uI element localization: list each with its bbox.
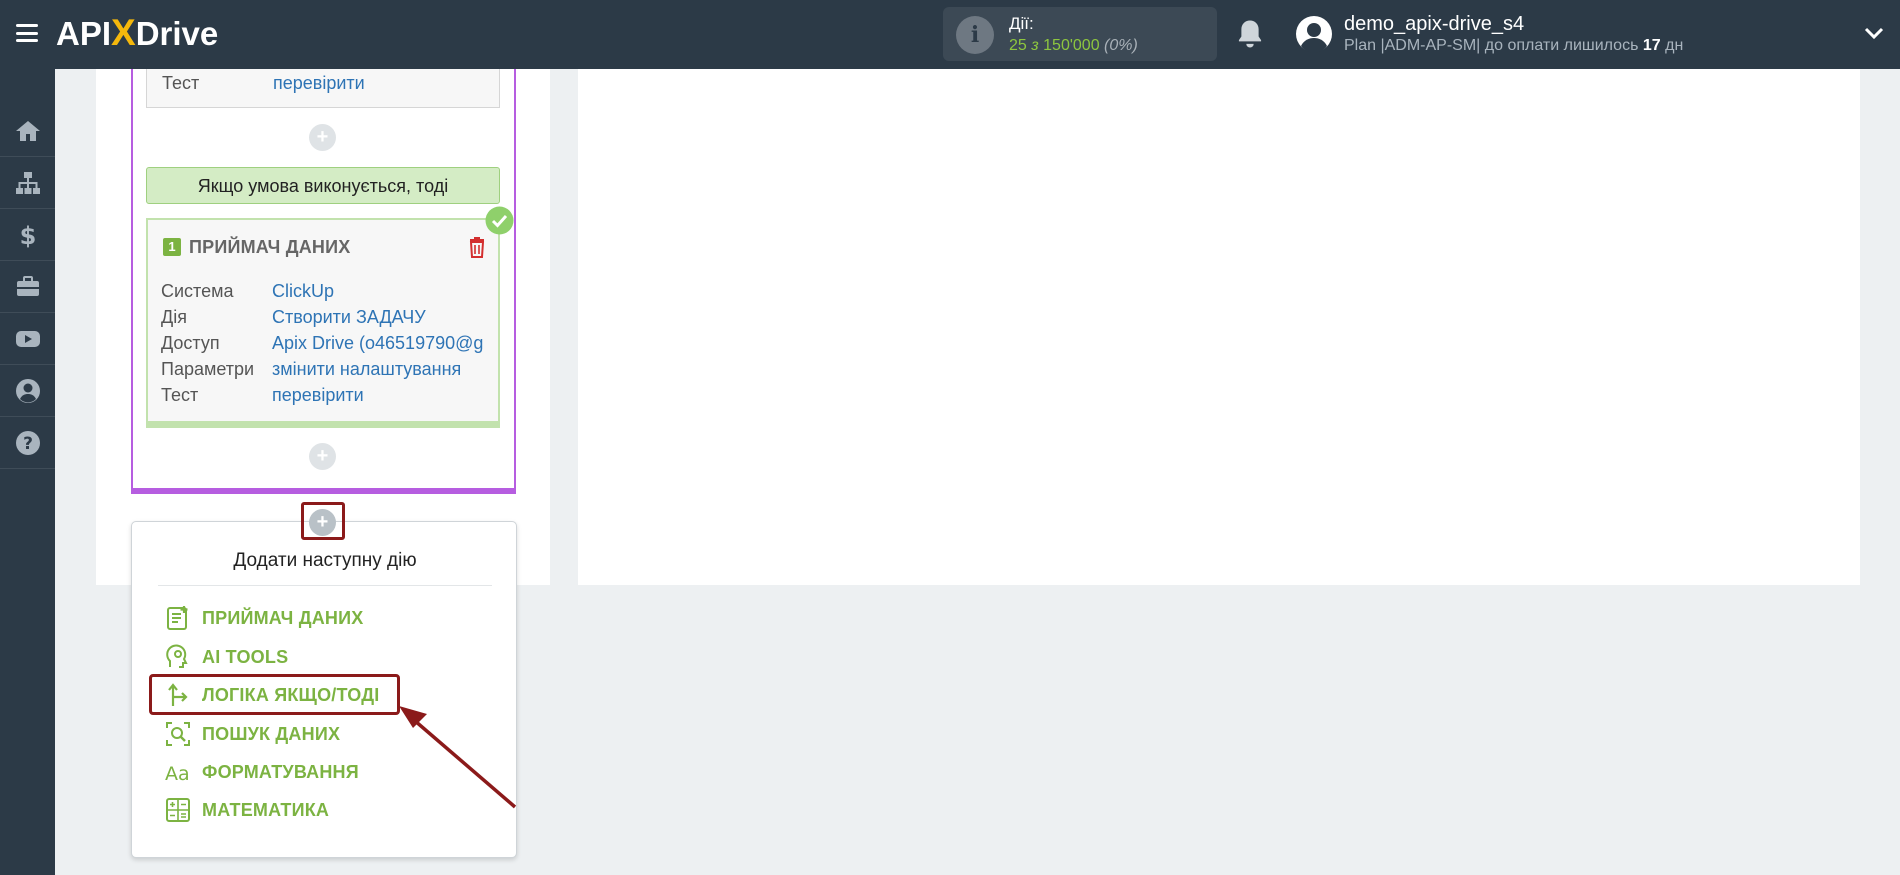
home-icon xyxy=(15,120,40,141)
info-icon: i xyxy=(956,16,994,54)
params-value[interactable]: змінити налаштування xyxy=(272,359,484,380)
bell-icon[interactable] xyxy=(1235,18,1265,50)
briefcase-icon xyxy=(16,275,39,296)
add-action-title: Додати наступну дію xyxy=(233,550,417,571)
divider xyxy=(158,585,492,586)
formatting-icon: Aa xyxy=(165,763,190,785)
sidebar-item-home[interactable] xyxy=(0,105,55,157)
actions-counter: i Дії: 25 з 150'000 (0%) xyxy=(943,7,1217,61)
system-value[interactable]: ClickUp xyxy=(272,281,484,302)
check-icon xyxy=(485,206,514,235)
add-inner-step-plus-icon[interactable]: + xyxy=(309,443,336,470)
avatar[interactable] xyxy=(1295,15,1333,53)
user-circle-icon xyxy=(15,378,40,403)
settings-panel xyxy=(578,69,1860,585)
action-value[interactable]: Створити ЗАДАЧУ xyxy=(272,307,484,328)
sidebar-item-services[interactable] xyxy=(0,261,55,313)
add-step-plus-icon[interactable]: + xyxy=(309,124,336,151)
receiver-test-label: Тест xyxy=(161,385,199,405)
data-search-icon xyxy=(166,722,190,746)
system-label: Система xyxy=(161,281,234,301)
trash-icon[interactable] xyxy=(468,236,486,258)
sidebar-item-profile[interactable] xyxy=(0,365,55,417)
test-label: Тест xyxy=(162,73,200,93)
step-number-badge: 1 xyxy=(163,238,181,256)
menu-item-ai-tools[interactable]: AI TOOLS xyxy=(164,642,288,672)
menu-item-math[interactable]: МАТЕМАТИКА xyxy=(164,795,329,825)
data-receiver-icon xyxy=(167,606,188,630)
data-receiver-block[interactable]: 1 ПРИЙМАЧ ДАНИХ Система ClickUp Дія Ство… xyxy=(146,218,500,428)
actions-label: Дії: xyxy=(1009,14,1034,33)
action-label: Дія xyxy=(161,307,187,327)
sidebar-item-help[interactable]: ? xyxy=(0,417,55,469)
svg-text:?: ? xyxy=(23,434,33,454)
receiver-test-value[interactable]: перевірити xyxy=(272,385,484,406)
sidebar-item-connections[interactable] xyxy=(0,157,55,209)
dollar-icon: $ xyxy=(19,222,36,249)
math-icon xyxy=(166,798,190,822)
menu-item-data-search[interactable]: ПОШУК ДАНИХ xyxy=(164,719,340,749)
youtube-icon xyxy=(15,330,40,347)
test-link[interactable]: перевірити xyxy=(273,73,365,94)
sidebar-item-billing[interactable]: $ xyxy=(0,209,55,261)
plan-info: Plan |ADM-AP-SM| до оплати лишилось 17 д… xyxy=(1344,37,1684,54)
receiver-title: ПРИЙМАЧ ДАНИХ xyxy=(189,237,351,257)
top-bar: APIXDrive i Дії: 25 з 150'000 (0%) demo_… xyxy=(0,0,1900,69)
question-icon: ? xyxy=(15,430,40,455)
highlight-plus-box xyxy=(301,502,345,540)
sidebar-item-videos[interactable] xyxy=(0,313,55,365)
annotation-arrow-icon xyxy=(399,706,517,809)
menu-item-formatting[interactable]: Aa ФОРМАТУВАННЯ xyxy=(164,757,359,787)
ai-tools-icon xyxy=(166,644,188,668)
svg-text:$: $ xyxy=(19,222,36,249)
actions-value: 25 з 150'000 (0%) xyxy=(1009,37,1138,54)
chevron-down-icon[interactable] xyxy=(1864,26,1884,40)
svg-text:Aa: Aa xyxy=(165,763,190,785)
condition-bar: Якщо умова виконується, тоді xyxy=(146,167,500,204)
highlight-logic-item-box xyxy=(149,674,400,715)
previous-step-block: Тест перевірити xyxy=(146,69,500,108)
username[interactable]: demo_apix-drive_s4 xyxy=(1344,13,1524,36)
sitemap-icon xyxy=(15,171,40,194)
menu-item-data-receiver[interactable]: ПРИЙМАЧ ДАНИХ xyxy=(164,603,363,633)
apix-drive-logo[interactable]: APIXDrive xyxy=(56,12,218,54)
sidebar: $ ? xyxy=(0,69,55,875)
hamburger-menu-icon[interactable] xyxy=(16,24,38,42)
params-label: Параметри xyxy=(161,359,255,379)
access-label: Доступ xyxy=(161,333,220,353)
access-value[interactable]: Apix Drive (o46519790@gmail.com) xyxy=(272,333,484,354)
